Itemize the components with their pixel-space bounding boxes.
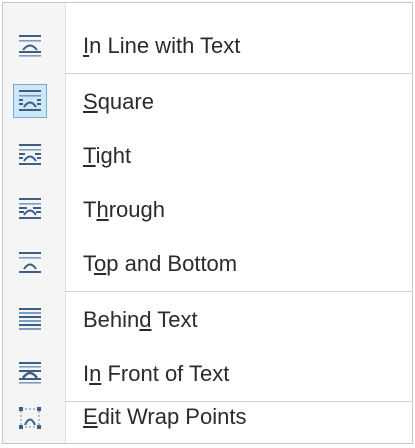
behind-text-icon	[13, 302, 47, 336]
menu-item-label: Behind Text	[83, 307, 198, 332]
menu-item-top-and-bottom[interactable]: Top and Bottom	[3, 237, 412, 291]
menu-separator	[65, 73, 412, 74]
top-bottom-wrap-icon	[13, 246, 47, 280]
menu-item-through[interactable]: Through	[3, 183, 412, 237]
menu-item-label: Top and Bottom	[83, 251, 238, 276]
wrap-text-menu: In Line with Text Square Tight Through T…	[2, 2, 413, 444]
menu-item-label: In Front of Text	[83, 361, 230, 386]
menu-item-label: Tight	[83, 143, 132, 168]
menu-item-label: Through	[83, 197, 165, 222]
menu-item-label: In Line with Text	[83, 33, 241, 58]
menu-item-in-line-with-text[interactable]: In Line with Text	[3, 19, 412, 73]
menu-item-edit-wrap-points[interactable]: Edit Wrap Points	[3, 389, 412, 445]
menu-item-square[interactable]: Square	[3, 75, 412, 129]
tight-wrap-icon	[13, 138, 47, 172]
inline-wrap-icon	[13, 28, 47, 62]
edit-wrap-points-icon	[13, 401, 47, 435]
menu-separator	[65, 291, 412, 292]
square-wrap-icon	[13, 84, 47, 118]
through-wrap-icon	[13, 192, 47, 226]
menu-item-label: Square	[83, 89, 154, 114]
menu-item-label: Edit Wrap Points	[83, 404, 247, 429]
menu-item-behind-text[interactable]: Behind Text	[3, 293, 412, 347]
in-front-text-icon	[13, 356, 47, 390]
menu-item-tight[interactable]: Tight	[3, 129, 412, 183]
